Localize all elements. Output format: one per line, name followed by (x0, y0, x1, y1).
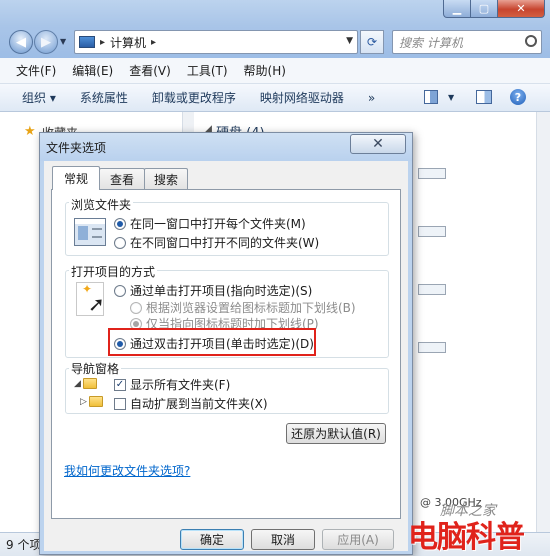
browse-folders-label: 浏览文件夹 (69, 196, 134, 213)
cancel-button[interactable]: 取消 (251, 529, 315, 550)
menu-bar: 文件(F) 编辑(E) 查看(V) 工具(T) 帮助(H) (0, 58, 550, 84)
system-properties-button[interactable]: 系统属性 (80, 89, 128, 106)
minimize-icon: ▁ (452, 2, 462, 15)
help-icon[interactable]: ? (510, 89, 526, 105)
forward-arrow-icon: ▶ (41, 34, 51, 50)
more-commands-button[interactable]: » (368, 91, 375, 105)
address-dropdown-icon[interactable]: ▼ (346, 36, 353, 46)
radio-label[interactable]: 通过单击打开项目(指向时选定)(S) (130, 282, 312, 299)
refresh-icon: ⟳ (366, 35, 378, 49)
ok-button[interactable]: 确定 (180, 529, 244, 550)
dialog-title: 文件夹选项 (46, 141, 107, 155)
radio-different-window[interactable]: 在不同窗口中打开不同的文件夹(W) (114, 234, 319, 251)
menu-edit[interactable]: 编辑(E) (72, 62, 113, 79)
close-icon: ✕ (516, 2, 526, 15)
tree-sample-row: ▷ (80, 396, 103, 407)
refresh-button[interactable]: ⟳ (360, 30, 384, 54)
chevron-right-icon[interactable]: ▸ (100, 37, 105, 48)
browse-folders-icon-lines (92, 228, 102, 238)
watermark: 电脑科普 (408, 520, 525, 555)
cursor-icon: ➚ (88, 292, 105, 316)
view-dropdown-icon[interactable]: ▼ (448, 93, 454, 102)
organize-button[interactable]: 组织 ▾ (22, 89, 56, 106)
navigation-pane-label: 导航窗格 (69, 360, 122, 377)
help-link[interactable]: 我如何更改文件夹选项? (64, 462, 190, 479)
preview-pane-icon[interactable] (476, 90, 492, 104)
maximize-icon: ▢ (478, 2, 490, 15)
drive-usage-bar (418, 226, 446, 237)
change-view-icon[interactable] (424, 90, 438, 104)
content-scrollbar[interactable] (536, 112, 550, 532)
uninstall-program-button[interactable]: 卸载或更改程序 (152, 89, 236, 106)
radio-single-click[interactable]: 通过单击打开项目(指向时选定)(S) (114, 282, 312, 299)
browse-folders-icon-inner (78, 226, 88, 240)
radio-label[interactable]: 在不同窗口中打开不同的文件夹(W) (130, 234, 319, 251)
menu-help[interactable]: 帮助(H) (244, 62, 286, 79)
tab-view[interactable]: 查看 (99, 168, 145, 189)
checkbox-show-all-folders[interactable]: ✓ 显示所有文件夹(F) (114, 376, 230, 393)
close-window-button[interactable]: ✕ (497, 0, 545, 18)
checkbox[interactable] (114, 397, 126, 410)
checkbox-label[interactable]: 显示所有文件夹(F) (130, 376, 230, 393)
close-icon: ✕ (372, 136, 384, 152)
checkbox-label[interactable]: 自动扩展到当前文件夹(X) (130, 395, 268, 412)
tree-expanded-icon: ◢ (74, 378, 81, 389)
item-count: 9 个项 (6, 538, 42, 552)
tree-collapsed-icon: ▷ (80, 396, 87, 407)
forward-button[interactable]: ▶ (34, 30, 58, 54)
folder-icon (88, 396, 103, 407)
search-icon (525, 35, 537, 47)
search-input[interactable]: 搜索 计算机 (392, 30, 542, 54)
tab-search[interactable]: 搜索 (144, 168, 188, 189)
folder-icon (82, 378, 97, 389)
dialog-close-button[interactable]: ✕ (350, 134, 406, 154)
search-placeholder: 搜索 计算机 (399, 35, 463, 50)
address-bar[interactable]: ▸ 计算机 ▸ ▼ (74, 30, 358, 54)
back-arrow-icon: ◀ (16, 34, 26, 50)
maximize-button[interactable]: ▢ (470, 0, 498, 18)
drive-usage-bar (418, 342, 446, 353)
chevron-right-icon[interactable]: ▸ (151, 37, 156, 48)
tab-general[interactable]: 常规 (52, 166, 100, 190)
radio-button (130, 301, 142, 314)
menu-tools[interactable]: 工具(T) (187, 62, 228, 79)
favorites-star-icon: ★ (24, 124, 36, 139)
radio-button[interactable] (114, 284, 126, 297)
radio-underline-browser: 根据浏览器设置给图标标题加下划线(B) (130, 299, 356, 316)
map-network-drive-button[interactable]: 映射网络驱动器 (260, 89, 344, 106)
recent-pages-dropdown[interactable]: ▼ (60, 37, 66, 46)
command-bar: 组织 ▾ 系统属性 卸载或更改程序 映射网络驱动器 » (0, 84, 550, 112)
radio-same-window[interactable]: 在同一窗口中打开每个文件夹(M) (114, 215, 306, 232)
radio-label: 根据浏览器设置给图标标题加下划线(B) (146, 301, 356, 315)
highlight-annotation (108, 328, 316, 356)
breadcrumb-computer[interactable]: 计算机 (110, 34, 146, 51)
menu-file[interactable]: 文件(F) (16, 62, 56, 79)
radio-label[interactable]: 在同一窗口中打开每个文件夹(M) (130, 215, 306, 232)
computer-icon (79, 36, 95, 48)
back-button[interactable]: ◀ (9, 30, 33, 54)
checkbox-auto-expand[interactable]: 自动扩展到当前文件夹(X) (114, 395, 268, 412)
menu-view[interactable]: 查看(V) (129, 62, 171, 79)
apply-button: 应用(A) (322, 529, 394, 550)
radio-button[interactable] (114, 236, 126, 249)
minimize-button[interactable]: ▁ (443, 0, 471, 18)
drive-usage-bar (418, 284, 446, 295)
click-items-label: 打开项目的方式 (69, 263, 158, 280)
tree-sample-row: ◢ (74, 378, 97, 389)
drive-usage-bar (418, 168, 446, 179)
restore-defaults-button[interactable]: 还原为默认值(R) (286, 423, 386, 444)
radio-button[interactable] (114, 217, 126, 230)
checkbox[interactable]: ✓ (114, 378, 126, 391)
